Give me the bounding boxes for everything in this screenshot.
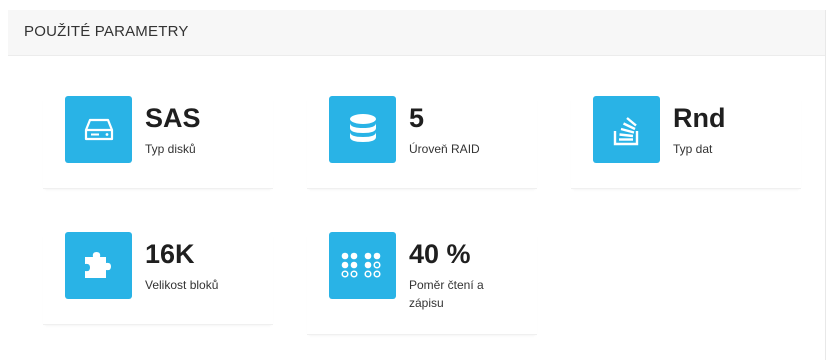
stat-value: Rnd	[673, 103, 726, 133]
stack-icon	[593, 96, 660, 163]
database-icon	[329, 96, 396, 163]
stat-label: Poměr čtení a zápisu	[409, 278, 484, 310]
stat-disk-type: SAS Typ disků	[43, 96, 273, 189]
stat-data-type: Rnd Typ dat	[571, 96, 801, 189]
stat-block-size: 16K Velikost bloků	[43, 232, 273, 325]
stat-value: 5	[409, 103, 425, 133]
stat-label: Úroveň RAID	[409, 142, 480, 156]
stat-read-write-ratio: 40 % Poměr čtení a zápisu	[307, 232, 537, 335]
stat-label: Typ disků	[145, 142, 196, 156]
parameters-panel: POUŽITÉ PARAMETRY SAS Typ disků 5 Úroveň…	[8, 10, 826, 360]
puzzle-icon	[65, 232, 132, 299]
stat-value: 16K	[145, 239, 195, 269]
hard-drive-icon	[65, 96, 132, 163]
panel-title: POUŽITÉ PARAMETRY	[24, 23, 189, 40]
stat-value: 40 %	[409, 239, 471, 269]
stat-label: Typ dat	[673, 142, 713, 156]
panel-border	[825, 10, 826, 360]
stat-label: Velikost bloků	[145, 278, 219, 292]
panel-header: POUŽITÉ PARAMETRY	[8, 10, 826, 56]
stat-raid-level: 5 Úroveň RAID	[307, 96, 537, 189]
dots-grid-icon	[329, 232, 396, 299]
stat-value: SAS	[145, 103, 201, 133]
